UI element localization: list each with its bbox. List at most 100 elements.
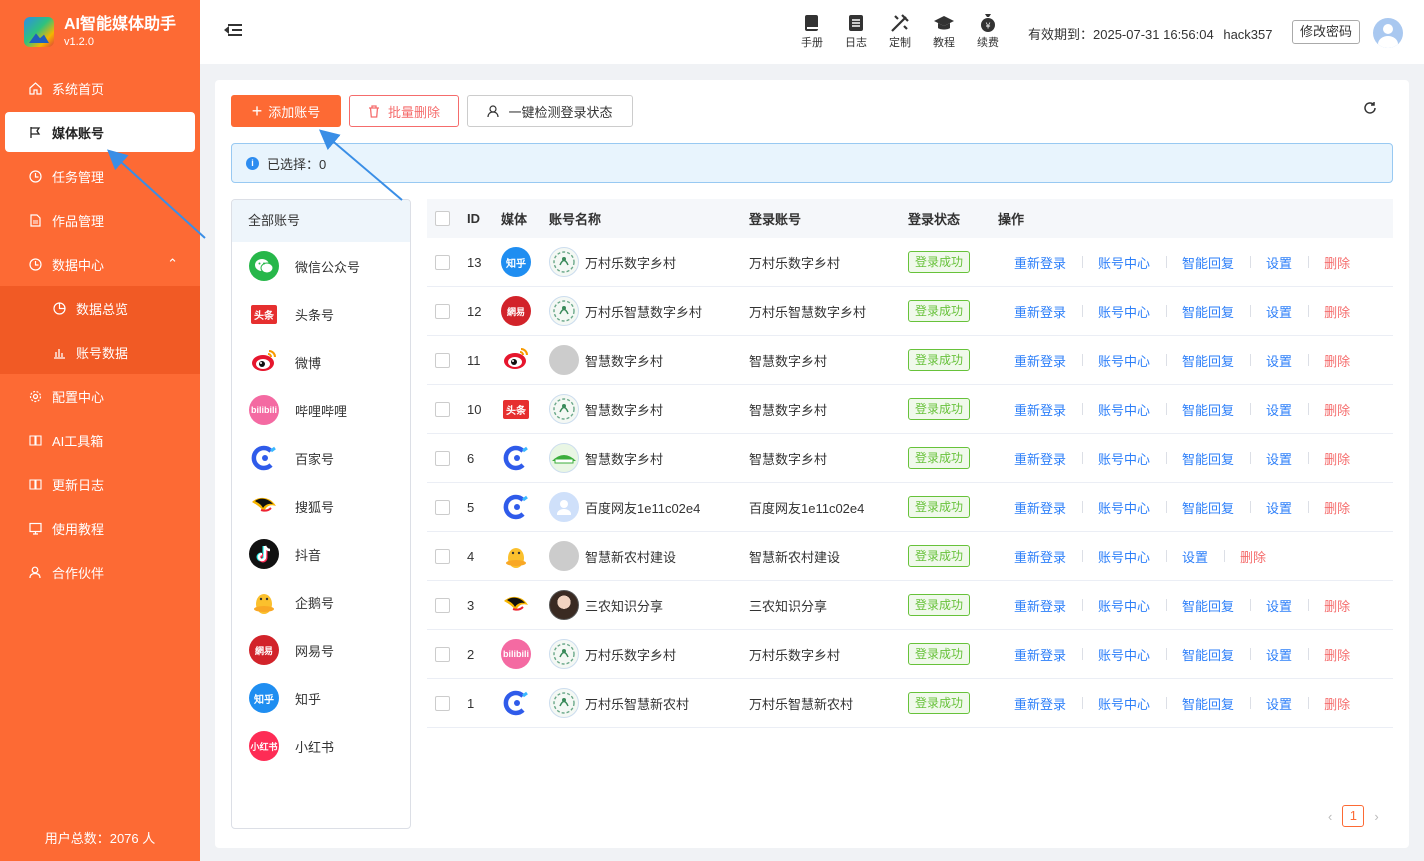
row-action-action[interactable]: 重新登录 bbox=[998, 645, 1082, 664]
media-filter-item[interactable]: 網易 网易号 bbox=[232, 626, 410, 674]
media-filter-item[interactable]: 百家号 bbox=[232, 434, 410, 482]
row-action-delete[interactable]: 删除 bbox=[1308, 253, 1366, 272]
row-action-action[interactable]: 智能回复 bbox=[1166, 302, 1250, 321]
row-action-action[interactable]: 账号中心 bbox=[1082, 449, 1166, 468]
media-filter-item[interactable]: 企鹅号 bbox=[232, 578, 410, 626]
row-action-delete[interactable]: 删除 bbox=[1308, 694, 1366, 713]
page-number[interactable]: 1 bbox=[1342, 805, 1365, 827]
row-action-action[interactable]: 智能回复 bbox=[1166, 253, 1250, 272]
row-action-action[interactable]: 智能回复 bbox=[1166, 498, 1250, 517]
media-filter-item[interactable]: bilibili 哔哩哔哩 bbox=[232, 386, 410, 434]
change-password-button[interactable]: 修改密码 bbox=[1292, 20, 1361, 44]
row-checkbox[interactable] bbox=[435, 597, 450, 613]
row-action-action[interactable]: 账号中心 bbox=[1082, 596, 1166, 615]
row-action-action[interactable]: 智能回复 bbox=[1166, 449, 1250, 468]
row-action-delete[interactable]: 删除 bbox=[1308, 645, 1366, 664]
header-tool-1[interactable]: 日志 bbox=[834, 12, 878, 50]
prev-page-button[interactable]: ‹ bbox=[1328, 809, 1332, 824]
next-page-button[interactable]: › bbox=[1374, 809, 1378, 824]
media-filter-item[interactable]: 搜狐号 bbox=[232, 482, 410, 530]
row-checkbox[interactable] bbox=[435, 401, 450, 417]
row-action-action[interactable]: 重新登录 bbox=[998, 596, 1082, 615]
row-action-action[interactable]: 设置 bbox=[1250, 400, 1308, 419]
row-action-action[interactable]: 账号中心 bbox=[1082, 253, 1166, 272]
header-tool-3[interactable]: 教程 bbox=[922, 12, 966, 50]
row-action-action[interactable]: 账号中心 bbox=[1082, 400, 1166, 419]
collapse-menu-icon[interactable] bbox=[224, 22, 242, 38]
row-action-action[interactable]: 账号中心 bbox=[1082, 498, 1166, 517]
row-action-action[interactable]: 智能回复 bbox=[1166, 400, 1250, 419]
row-checkbox[interactable] bbox=[435, 499, 450, 515]
media-filter-all[interactable]: 全部账号 bbox=[232, 200, 410, 242]
sidebar-item-3[interactable]: 作品管理 bbox=[0, 198, 200, 242]
row-action-action[interactable]: 账号中心 bbox=[1082, 302, 1166, 321]
batch-delete-button[interactable]: 批量删除 bbox=[349, 95, 459, 127]
sidebar-item-9[interactable]: 更新日志 bbox=[0, 462, 200, 506]
row-action-action[interactable]: 账号中心 bbox=[1082, 694, 1166, 713]
row-action-action[interactable]: 设置 bbox=[1250, 302, 1308, 321]
sidebar-item-1[interactable]: 媒体账号 bbox=[5, 112, 195, 152]
row-action-action[interactable]: 设置 bbox=[1250, 351, 1308, 370]
row-action-action[interactable]: 重新登录 bbox=[998, 253, 1082, 272]
row-action-action[interactable]: 重新登录 bbox=[998, 694, 1082, 713]
sidebar-item-0[interactable]: 系统首页 bbox=[0, 66, 200, 110]
sidebar-item-10[interactable]: 使用教程 bbox=[0, 506, 200, 550]
row-action-action[interactable]: 智能回复 bbox=[1166, 694, 1250, 713]
row-action-action[interactable]: 设置 bbox=[1166, 547, 1224, 566]
row-action-action[interactable]: 账号中心 bbox=[1082, 351, 1166, 370]
row-action-delete[interactable]: 删除 bbox=[1308, 302, 1366, 321]
row-action-action[interactable]: 设置 bbox=[1250, 694, 1308, 713]
user-avatar[interactable] bbox=[1373, 18, 1403, 48]
sidebar-item-5[interactable]: 数据总览 bbox=[0, 286, 200, 330]
row-action-action[interactable]: 重新登录 bbox=[998, 547, 1082, 566]
row-action-action[interactable]: 智能回复 bbox=[1166, 645, 1250, 664]
row-action-action[interactable]: 重新登录 bbox=[998, 351, 1082, 370]
media-filter-item[interactable]: 小红书 小红书 bbox=[232, 722, 410, 770]
row-action-action[interactable]: 重新登录 bbox=[998, 449, 1082, 468]
header-tool-0[interactable]: 手册 bbox=[790, 12, 834, 50]
row-action-delete[interactable]: 删除 bbox=[1308, 498, 1366, 517]
row-action-action[interactable]: 设置 bbox=[1250, 498, 1308, 517]
header-tool-2[interactable]: 定制 bbox=[878, 12, 922, 50]
row-checkbox[interactable] bbox=[435, 548, 450, 564]
row-action-action[interactable]: 设置 bbox=[1250, 645, 1308, 664]
add-account-button[interactable]: + 添加账号 bbox=[231, 95, 341, 127]
row-id: 10 bbox=[467, 401, 482, 417]
media-filter-item[interactable]: 头条 头条号 bbox=[232, 290, 410, 338]
sidebar-item-6[interactable]: 账号数据 bbox=[0, 330, 200, 374]
row-checkbox[interactable] bbox=[435, 352, 450, 368]
row-action-action[interactable]: 设置 bbox=[1250, 596, 1308, 615]
header-tool-4[interactable]: ¥ 续费 bbox=[966, 12, 1010, 50]
row-checkbox[interactable] bbox=[435, 303, 450, 319]
media-filter-item[interactable]: 微博 bbox=[232, 338, 410, 386]
media-filter-item[interactable]: 知乎 知乎 bbox=[232, 674, 410, 722]
row-action-action[interactable]: 智能回复 bbox=[1166, 596, 1250, 615]
row-checkbox[interactable] bbox=[435, 695, 450, 711]
sidebar-item-4[interactable]: 数据中心 ⌃ bbox=[0, 242, 200, 286]
sidebar-item-11[interactable]: 合作伙伴 bbox=[0, 550, 200, 594]
row-action-action[interactable]: 重新登录 bbox=[998, 302, 1082, 321]
row-checkbox[interactable] bbox=[435, 646, 450, 662]
row-action-action[interactable]: 设置 bbox=[1250, 253, 1308, 272]
media-filter-item[interactable]: 微信公众号 bbox=[232, 242, 410, 290]
row-action-action[interactable]: 设置 bbox=[1250, 449, 1308, 468]
refresh-icon[interactable] bbox=[1363, 101, 1377, 120]
row-action-action[interactable]: 重新登录 bbox=[998, 498, 1082, 517]
check-login-button[interactable]: 一键检测登录状态 bbox=[467, 95, 633, 127]
sidebar-item-2[interactable]: 任务管理 bbox=[0, 154, 200, 198]
row-action-delete[interactable]: 删除 bbox=[1308, 400, 1366, 419]
row-checkbox[interactable] bbox=[435, 450, 450, 466]
sidebar-item-7[interactable]: 配置中心 bbox=[0, 374, 200, 418]
select-all-checkbox[interactable] bbox=[435, 211, 450, 226]
row-action-action[interactable]: 智能回复 bbox=[1166, 351, 1250, 370]
row-action-delete[interactable]: 删除 bbox=[1224, 547, 1282, 566]
row-checkbox[interactable] bbox=[435, 254, 450, 270]
row-action-action[interactable]: 账号中心 bbox=[1082, 547, 1166, 566]
row-action-delete[interactable]: 删除 bbox=[1308, 449, 1366, 468]
row-action-delete[interactable]: 删除 bbox=[1308, 351, 1366, 370]
row-action-action[interactable]: 重新登录 bbox=[998, 400, 1082, 419]
row-action-delete[interactable]: 删除 bbox=[1308, 596, 1366, 615]
sidebar-item-8[interactable]: AI工具箱 bbox=[0, 418, 200, 462]
row-action-action[interactable]: 账号中心 bbox=[1082, 645, 1166, 664]
media-filter-item[interactable]: 抖音 bbox=[232, 530, 410, 578]
